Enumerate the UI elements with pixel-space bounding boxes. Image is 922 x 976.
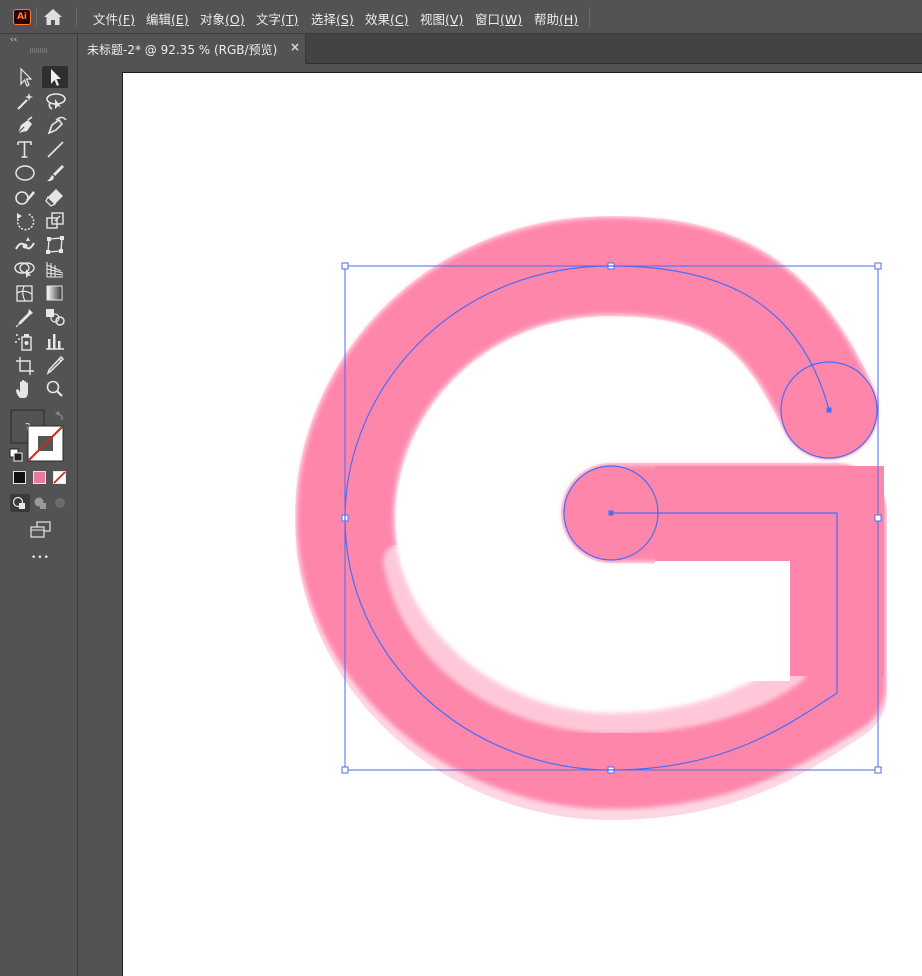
shape-builder-tool-icon[interactable] [12,258,38,280]
ellipse-tool-icon[interactable] [12,162,38,184]
draw-behind-icon[interactable] [31,494,51,512]
direct-selection-tool-icon[interactable] [42,66,68,88]
app-logo: Ai [13,9,31,25]
eraser-tool-icon[interactable] [42,186,68,208]
artwork[interactable] [123,73,922,976]
pen-tool-icon[interactable] [12,114,38,136]
letter-g-shape[interactable] [295,216,887,820]
menu-effect[interactable]: 效果(C) [365,9,409,28]
magic-wand-tool-icon[interactable] [12,90,38,112]
screen-mode-icon[interactable] [28,520,54,542]
menu-separator [589,7,590,27]
column-graph-tool-icon[interactable] [42,330,68,352]
free-transform-tool-icon[interactable] [42,234,68,256]
menu-bar: Ai 文件(F) 编辑(E) 对象(O) 文字(T) 选择(S) 效果(C) 视… [0,0,922,34]
paintbrush-tool-icon[interactable] [42,162,68,184]
menu-object[interactable]: 对象(O) [200,9,245,28]
menu-file[interactable]: 文件(F) [93,9,135,28]
menu-view[interactable]: 视图(V) [420,9,463,28]
slice-tool-icon[interactable] [42,354,68,376]
type-tool-icon[interactable] [12,138,38,160]
line-segment-tool-icon[interactable] [42,138,68,160]
artboard-tool-icon[interactable] [12,354,38,376]
draw-normal-icon[interactable] [10,494,30,512]
home-icon[interactable] [43,8,63,26]
menu-separator [36,7,37,27]
menu-select[interactable]: 选择(S) [311,9,354,28]
selection-tool-icon[interactable] [12,66,38,88]
perspective-grid-tool-icon[interactable] [42,258,68,280]
eyedropper-tool-icon[interactable] [12,306,38,328]
canvas-workspace[interactable] [78,64,922,976]
menu-separator [76,7,77,27]
none-swatch-icon[interactable] [52,470,68,486]
menu-edit[interactable]: 编辑(E) [146,9,189,28]
default-fill-stroke-icon[interactable] [9,448,23,462]
blend-tool-icon[interactable] [42,306,68,328]
puppet-warp-tool-icon[interactable] [12,234,38,256]
document-tab-title: 未标题-2* @ 92.35 % (RGB/预览) [87,43,278,57]
close-tab-icon[interactable]: × [290,40,300,54]
symbol-sprayer-tool-icon[interactable] [12,330,38,352]
menu-help[interactable]: 帮助(H) [534,9,578,28]
menu-window[interactable]: 窗口(W) [475,9,522,28]
scale-tool-icon[interactable] [42,210,68,232]
tools-panel: ‹‹ ••• [0,34,78,976]
draw-inside-icon[interactable] [51,494,71,512]
shaper-tool-icon[interactable] [12,186,38,208]
rotate-tool-icon[interactable] [12,210,38,232]
color-mode-icon[interactable] [12,470,28,486]
fill-color-swatch[interactable] [32,470,48,486]
curvature-tool-icon[interactable] [42,114,68,136]
menu-type[interactable]: 文字(T) [256,9,298,28]
mesh-tool-icon[interactable] [12,282,38,304]
gradient-tool-icon[interactable] [42,282,68,304]
panel-grip[interactable] [30,48,48,53]
document-tab[interactable]: 未标题-2* @ 92.35 % (RGB/预览) × [78,34,306,64]
hand-tool-icon[interactable] [12,378,38,400]
collapse-panel-icon[interactable]: ‹‹ [10,35,17,45]
artboard[interactable] [122,72,922,976]
lasso-tool-icon[interactable] [42,90,68,112]
more-tools-icon[interactable]: ••• [31,553,50,563]
zoom-tool-icon[interactable] [42,378,68,400]
document-tab-bar: 未标题-2* @ 92.35 % (RGB/预览) × [78,34,922,64]
